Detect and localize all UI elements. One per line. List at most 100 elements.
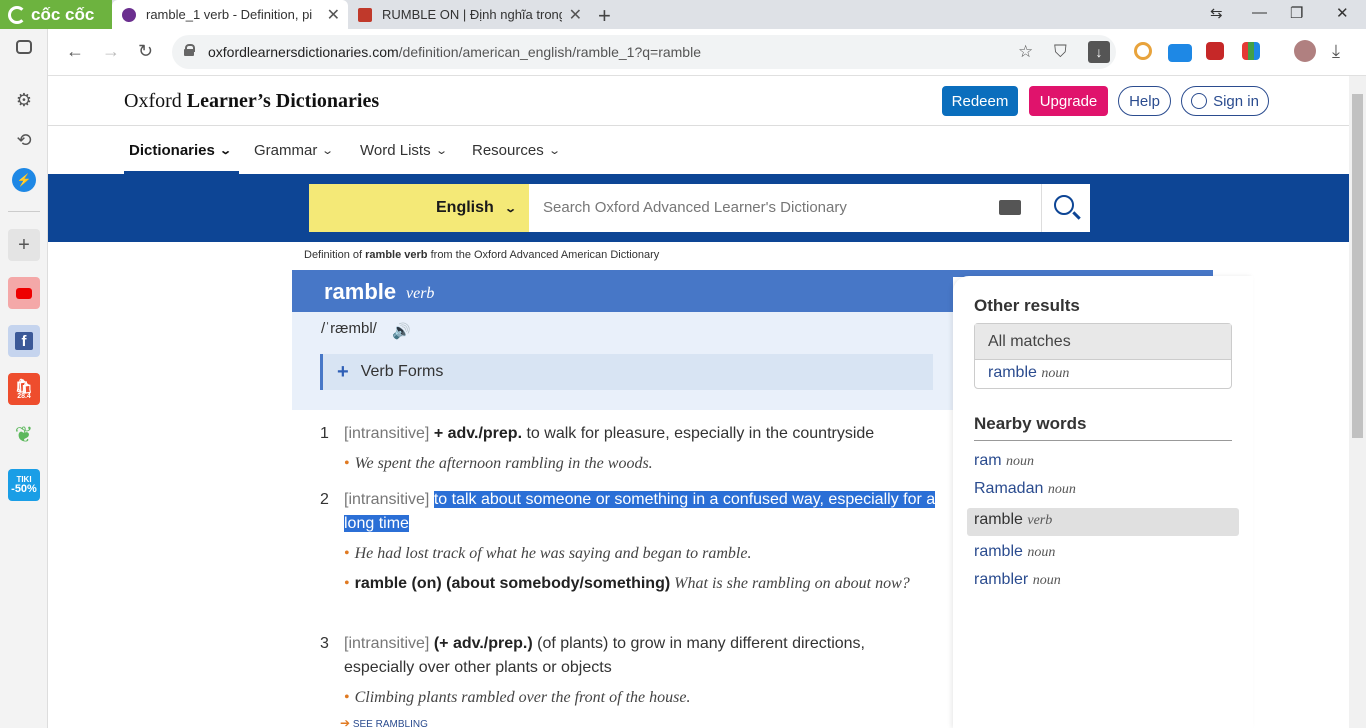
extension-color-icon[interactable] xyxy=(1242,42,1260,60)
search-button[interactable] xyxy=(1041,184,1090,232)
oxford-favicon-icon xyxy=(122,7,136,22)
url-host: oxfordlearnersdictionaries.com xyxy=(208,44,399,60)
plus-icon: + xyxy=(337,360,349,383)
sense-number: 2 xyxy=(320,491,329,508)
bullet-icon: • xyxy=(344,455,350,472)
nav-grammar[interactable]: Grammar ⌄ xyxy=(254,142,335,159)
language-select[interactable]: English ⌄ xyxy=(309,184,529,232)
all-matches-header[interactable]: All matches xyxy=(975,324,1231,360)
search-band: English ⌄ Search Oxford Advanced Learner'… xyxy=(48,174,1349,242)
entry-info: /ˈræmbl/ 🔊 + Verb Forms xyxy=(292,312,953,410)
search-input[interactable]: Search Oxford Advanced Learner's Diction… xyxy=(529,184,1041,232)
brand-label: cốc cốc xyxy=(31,4,95,24)
upgrade-button[interactable]: Upgrade xyxy=(1029,86,1108,116)
entry-header: ramble verb xyxy=(292,270,953,312)
example-3: • ramble (on) (about somebody/something) … xyxy=(344,572,924,596)
facebook-app[interactable]: f xyxy=(8,325,40,357)
speaker-icon[interactable]: 🔊 xyxy=(392,322,412,340)
close-tab-icon[interactable]: ✕ xyxy=(327,5,340,25)
back-icon[interactable]: ← xyxy=(66,41,84,62)
browser-window: cốc cốc ramble_1 verb - Definition, pi ✕… xyxy=(0,0,1366,728)
coccoc-brand[interactable]: cốc cốc xyxy=(0,0,112,29)
user-icon xyxy=(1191,93,1208,109)
shopee-app[interactable]: 🛍 28.4 xyxy=(8,373,40,405)
match-item[interactable]: ramble noun xyxy=(975,360,1231,382)
leaf-app-icon[interactable]: ❦ xyxy=(8,419,40,451)
logo-oxford: Oxford xyxy=(124,90,182,112)
nearby-pos: noun xyxy=(1032,573,1061,588)
chevron-down-icon: ⌄ xyxy=(321,145,335,157)
nav-dictionaries[interactable]: Dictionaries ⌄ xyxy=(129,142,232,159)
sense-definition: [intransitive] + adv./prep. to walk for … xyxy=(344,422,936,446)
youtube-app[interactable] xyxy=(8,277,40,309)
tab-title: ramble_1 verb - Definition, pi xyxy=(146,7,313,22)
other-results-title: Other results xyxy=(974,296,1080,315)
bullet-icon: • xyxy=(344,689,350,706)
page-scrollbar[interactable] xyxy=(1349,76,1366,728)
nearby-divider xyxy=(974,440,1232,441)
add-app-icon[interactable]: + xyxy=(8,229,40,261)
chevron-down-icon: ⌄ xyxy=(434,145,448,157)
youtube-icon xyxy=(16,287,32,299)
nearby-word: ramble xyxy=(974,543,1023,560)
lock-icon[interactable] xyxy=(184,44,195,56)
nearby-word-item[interactable]: Ramadan noun xyxy=(974,480,1076,498)
arrow-icon: ➔ xyxy=(340,716,351,728)
tab-title: RUMBLE ON | Định nghĩa trong xyxy=(382,7,562,22)
reload-icon[interactable]: ↻ xyxy=(138,41,153,62)
nav-resources[interactable]: Resources ⌄ xyxy=(472,142,561,159)
settings-gear-icon[interactable]: ⚙ xyxy=(12,88,36,112)
tiki-app[interactable]: TIKI -50% xyxy=(8,469,40,501)
signin-button[interactable]: Sign in xyxy=(1181,86,1269,116)
messenger-icon[interactable]: ⚡ xyxy=(12,168,36,192)
search-icon xyxy=(1054,195,1074,215)
url-text[interactable]: oxfordlearnersdictionaries.com/definitio… xyxy=(208,44,701,60)
nearby-word-item[interactable]: rambler noun xyxy=(974,571,1061,589)
example-2: • He had lost track of what he was saying… xyxy=(344,542,924,566)
help-button[interactable]: Help xyxy=(1118,86,1171,116)
shield-icon[interactable]: ⛉ xyxy=(1054,42,1067,62)
bookmark-star-icon[interactable]: ☆ xyxy=(1018,42,1033,62)
logo-title: Learner’s Dictionaries xyxy=(186,90,380,112)
sidebar-toggle-icon[interactable] xyxy=(16,40,32,54)
site-logo[interactable]: Oxford Learner’s Dictionaries xyxy=(124,90,379,113)
tab-search-icon[interactable]: ⇆ xyxy=(1210,4,1223,22)
nearby-word: ramble xyxy=(974,511,1023,528)
nearby-word-item[interactable]: ram noun xyxy=(974,452,1034,470)
headword: ramble xyxy=(324,279,397,304)
keyboard-icon[interactable] xyxy=(999,200,1021,215)
extension-new-icon[interactable] xyxy=(1168,44,1192,62)
match-pos: noun xyxy=(1041,366,1070,381)
grammar-label: [intransitive] xyxy=(344,491,430,508)
close-tab-icon[interactable]: ✕ xyxy=(569,5,582,25)
tab-ramble[interactable]: ramble_1 verb - Definition, pi ✕ xyxy=(112,0,348,29)
tab-rumble-on[interactable]: RUMBLE ON | Định nghĩa trong ✕ xyxy=(348,0,590,29)
profile-avatar[interactable] xyxy=(1294,40,1316,62)
close-window-icon[interactable]: ✕ xyxy=(1336,4,1349,22)
selected-definition-text[interactable]: to talk about someone or something in a … xyxy=(344,491,936,532)
downloads-icon[interactable]: ⤓ xyxy=(1332,41,1340,62)
extension-red-icon[interactable] xyxy=(1206,42,1224,60)
extension-chrome-icon[interactable] xyxy=(1134,42,1152,60)
grammar-pattern: + adv./prep. xyxy=(433,425,523,442)
verb-forms-toggle[interactable]: + Verb Forms xyxy=(320,354,933,390)
address-bar[interactable]: oxfordlearnersdictionaries.com/definitio… xyxy=(172,35,1116,69)
history-icon[interactable]: ⟲ xyxy=(12,128,36,152)
see-also-link[interactable]: ➔ SEE RAMBLING xyxy=(340,716,428,728)
chevron-down-icon: ⌄ xyxy=(547,145,561,157)
url-path: /definition/american_english/ramble_1?q=… xyxy=(398,44,701,60)
nearby-word-item-current[interactable]: ramble verb xyxy=(974,511,1052,529)
minimize-icon[interactable]: — xyxy=(1252,4,1267,21)
new-tab-icon[interactable]: + xyxy=(598,3,611,29)
nearby-word-item[interactable]: ramble noun xyxy=(974,543,1055,561)
download-video-icon[interactable]: ↓ xyxy=(1088,41,1110,63)
nearby-word: ram xyxy=(974,452,1002,469)
nav-label: Grammar xyxy=(254,142,318,159)
forward-icon[interactable]: → xyxy=(102,41,120,62)
redeem-button[interactable]: Redeem xyxy=(942,86,1018,116)
search-placeholder: Search Oxford Advanced Learner's Diction… xyxy=(543,199,847,216)
scrollbar-thumb[interactable] xyxy=(1352,94,1363,438)
nearby-pos: noun xyxy=(1047,482,1076,497)
nav-word-lists[interactable]: Word Lists ⌄ xyxy=(360,142,448,159)
restore-icon[interactable]: ❐ xyxy=(1290,4,1303,22)
